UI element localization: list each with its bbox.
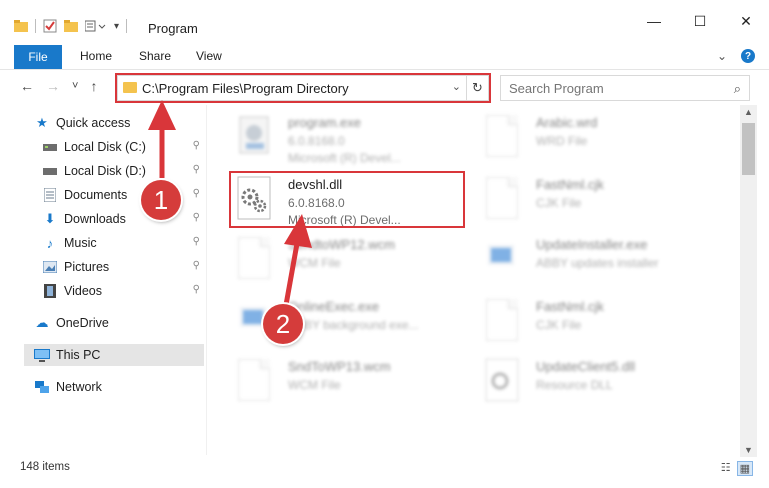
arrow-1-head bbox=[148, 100, 176, 130]
step-badge-2: 2 bbox=[263, 304, 303, 344]
annotation-arrows bbox=[148, 100, 312, 306]
arrow-2-shaft bbox=[283, 237, 301, 306]
step-badge-1: 1 bbox=[141, 180, 181, 220]
arrow-2-head bbox=[284, 214, 312, 248]
